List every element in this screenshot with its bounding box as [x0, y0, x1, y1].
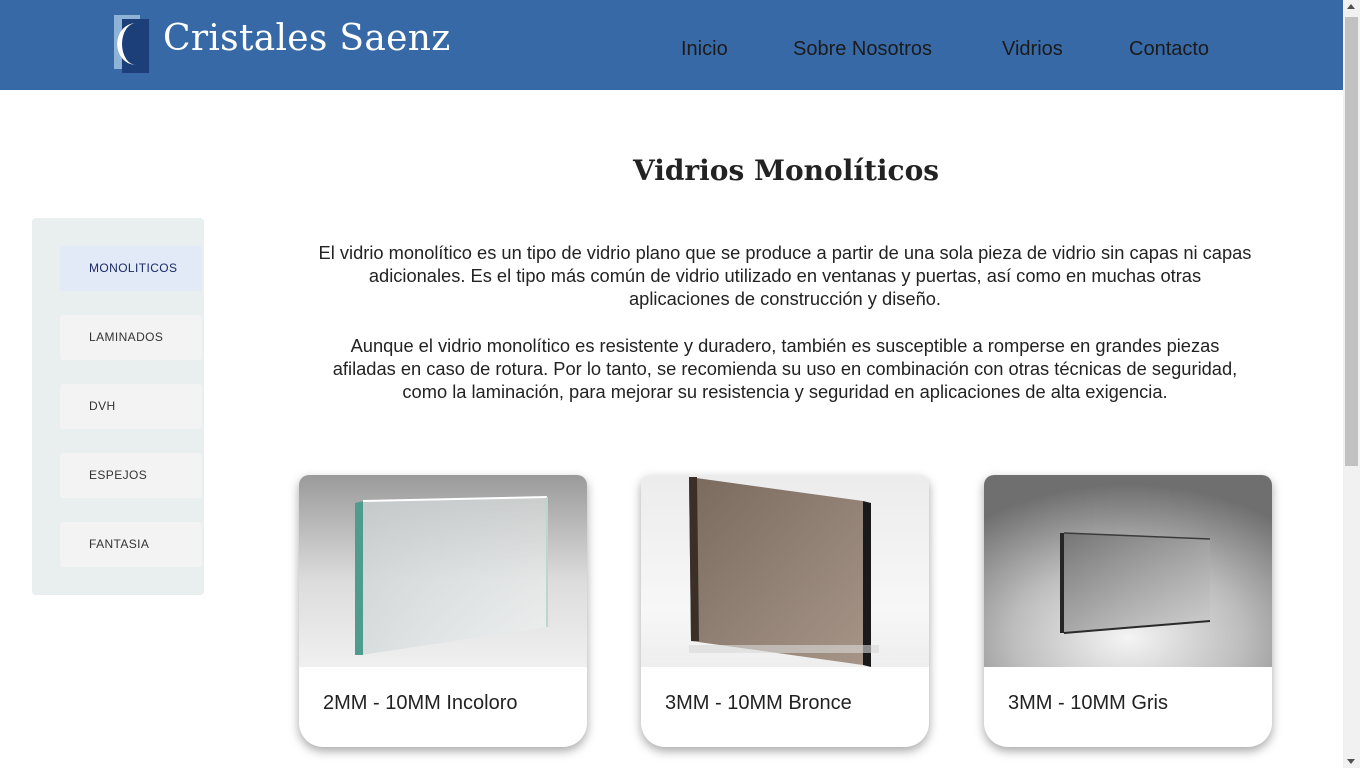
logo-icon[interactable] [112, 15, 150, 73]
card-label: 2MM - 10MM Incoloro [323, 692, 518, 714]
category-sidebar: MONOLITICOS LAMINADOS DVH ESPEJOS FANTAS… [32, 218, 204, 595]
nav-link-vidrios[interactable]: Vidrios [1002, 38, 1063, 61]
nav-link-sobre-nosotros[interactable]: Sobre Nosotros [793, 38, 932, 61]
scroll-up-arrow-icon[interactable] [1347, 4, 1355, 9]
bronze-glass-panel-image [641, 475, 929, 667]
sidebar-item-laminados[interactable]: LAMINADOS [60, 315, 202, 360]
product-card-gris[interactable]: 3MM - 10MM Gris [984, 475, 1272, 747]
intro-paragraph: El vidrio monolítico es un tipo de vidri… [318, 242, 1252, 309]
nav-link-inicio[interactable]: Inicio [681, 38, 728, 61]
product-card-bronce[interactable]: 3MM - 10MM Bronce [641, 475, 929, 747]
sidebar-item-dvh[interactable]: DVH [60, 384, 202, 429]
page-scrollbar[interactable] [1343, 0, 1360, 768]
brand-name[interactable]: Cristales Saenz [163, 18, 451, 59]
scroll-down-arrow-icon[interactable] [1347, 759, 1355, 764]
card-label: 3MM - 10MM Gris [1008, 692, 1168, 714]
warning-paragraph: Aunque el vidrio monolítico es resistent… [332, 335, 1238, 402]
site-header: Cristales Saenz Inicio Sobre Nosotros Vi… [0, 0, 1343, 90]
grey-glass-panel-image [984, 475, 1272, 667]
sidebar-item-monoliticos[interactable]: MONOLITICOS [60, 246, 202, 291]
sidebar-item-espejos[interactable]: ESPEJOS [60, 453, 202, 498]
nav-link-contacto[interactable]: Contacto [1129, 38, 1209, 61]
clear-glass-panel-image [299, 475, 587, 667]
product-card-incoloro[interactable]: 2MM - 10MM Incoloro [299, 475, 587, 747]
scroll-thumb[interactable] [1345, 17, 1358, 466]
page-title: Vidrios Monolíticos [632, 154, 940, 187]
sidebar-item-fantasia[interactable]: FANTASIA [60, 522, 202, 567]
card-label: 3MM - 10MM Bronce [665, 692, 852, 714]
